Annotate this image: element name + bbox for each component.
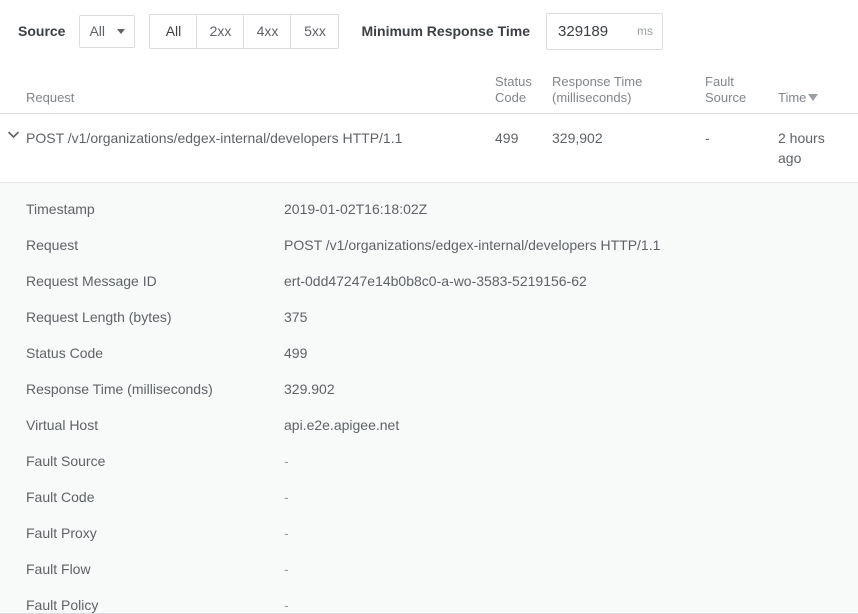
status-filter-4xx[interactable]: 4xx <box>244 15 291 48</box>
detail-label-timestamp: Timestamp <box>0 191 284 227</box>
row-fault-source: - <box>705 128 778 148</box>
source-label: Source <box>18 23 65 39</box>
row-response-time: 329,902 <box>552 128 705 148</box>
column-header-time[interactable]: Time <box>778 90 848 106</box>
column-header-status-code[interactable]: Status Code <box>495 74 552 106</box>
detail-row-virtual-host: Virtual Host api.e2e.apigee.net <box>0 407 858 443</box>
status-filter-5xx[interactable]: 5xx <box>291 15 338 48</box>
column-header-request[interactable]: Request <box>26 90 495 106</box>
detail-row-timestamp: Timestamp 2019-01-02T16:18:02Z <box>0 191 858 227</box>
source-dropdown[interactable]: All <box>79 15 135 48</box>
detail-label-request-length: Request Length (bytes) <box>0 299 284 335</box>
detail-row-request-message-id: Request Message ID ert-0dd47247e14b0b8c0… <box>0 263 858 299</box>
detail-value-fault-source: - <box>284 443 858 479</box>
filter-bar: Source All All 2xx 4xx 5xx Minimum Respo… <box>0 0 858 62</box>
column-header-fault-source-line1: Fault <box>705 74 778 90</box>
detail-label-fault-flow: Fault Flow <box>0 551 284 587</box>
detail-label-response-time: Response Time (milliseconds) <box>0 371 284 407</box>
column-header-response-time-line2: (milliseconds) <box>552 90 705 106</box>
sort-descending-triangle-icon <box>808 94 818 101</box>
detail-label-fault-proxy: Fault Proxy <box>0 515 284 551</box>
minimum-response-time-unit: ms <box>637 24 653 38</box>
row-time-line2: ago <box>778 148 848 168</box>
detail-label-request: Request <box>0 227 284 263</box>
detail-row-request: Request POST /v1/organizations/edgex-int… <box>0 227 858 263</box>
column-header-status-code-line2: Code <box>495 90 552 106</box>
status-code-filter-group: All 2xx 4xx 5xx <box>149 14 339 49</box>
detail-label-fault-code: Fault Code <box>0 479 284 515</box>
detail-value-timestamp: 2019-01-02T16:18:02Z <box>284 191 858 227</box>
detail-row-request-length: Request Length (bytes) 375 <box>0 299 858 335</box>
row-request: POST /v1/organizations/edgex-internal/de… <box>26 128 495 148</box>
row-status-code: 499 <box>495 128 552 148</box>
detail-value-fault-flow: - <box>284 551 858 587</box>
detail-row-status-code: Status Code 499 <box>0 335 858 371</box>
source-dropdown-value: All <box>89 23 105 39</box>
trace-results-table: Request Status Code Response Time (milli… <box>0 62 858 614</box>
column-header-time-label: Time <box>778 90 806 105</box>
detail-value-response-time: 329.902 <box>284 371 858 407</box>
detail-label-fault-source: Fault Source <box>0 443 284 479</box>
detail-value-request: POST /v1/organizations/edgex-internal/de… <box>284 227 858 263</box>
detail-label-virtual-host: Virtual Host <box>0 407 284 443</box>
row-time-line1: 2 hours <box>778 128 848 148</box>
minimum-response-time-field[interactable]: ms <box>546 13 663 50</box>
column-header-response-time-line1: Response Time <box>552 74 705 90</box>
chevron-down-icon <box>117 29 125 34</box>
detail-value-request-message-id: ert-0dd47247e14b0b8c0-a-wo-3583-5219156-… <box>284 263 858 299</box>
column-header-fault-source-line2: Source <box>705 90 778 106</box>
detail-row-response-time: Response Time (milliseconds) 329.902 <box>0 371 858 407</box>
status-filter-all[interactable]: All <box>150 15 197 48</box>
column-header-response-time[interactable]: Response Time (milliseconds) <box>552 74 705 106</box>
minimum-response-time-input[interactable] <box>558 23 631 40</box>
detail-label-fault-policy: Fault Policy <box>0 587 284 614</box>
detail-row-fault-flow: Fault Flow - <box>0 551 858 587</box>
detail-value-fault-policy: - <box>284 587 858 614</box>
table-row[interactable]: POST /v1/organizations/edgex-internal/de… <box>0 114 858 183</box>
detail-row-fault-code: Fault Code - <box>0 479 858 515</box>
row-detail-panel: Timestamp 2019-01-02T16:18:02Z Request P… <box>0 183 858 614</box>
detail-row-fault-policy: Fault Policy - <box>0 587 858 614</box>
status-filter-2xx[interactable]: 2xx <box>197 15 244 48</box>
table-header-row: Request Status Code Response Time (milli… <box>0 62 858 114</box>
detail-row-fault-source: Fault Source - <box>0 443 858 479</box>
minimum-response-time-label: Minimum Response Time <box>361 23 530 39</box>
detail-value-fault-proxy: - <box>284 515 858 551</box>
column-header-fault-source[interactable]: Fault Source <box>705 74 778 106</box>
detail-value-request-length: 375 <box>284 299 858 335</box>
detail-label-status-code: Status Code <box>0 335 284 371</box>
detail-label-request-message-id: Request Message ID <box>0 263 284 299</box>
detail-row-fault-proxy: Fault Proxy - <box>0 515 858 551</box>
detail-value-status-code: 499 <box>284 335 858 371</box>
detail-value-virtual-host: api.e2e.apigee.net <box>284 407 858 443</box>
row-time: 2 hours ago <box>778 128 848 168</box>
detail-value-fault-code: - <box>284 479 858 515</box>
column-header-status-code-line1: Status <box>495 74 552 90</box>
chevron-down-icon[interactable] <box>0 128 26 139</box>
